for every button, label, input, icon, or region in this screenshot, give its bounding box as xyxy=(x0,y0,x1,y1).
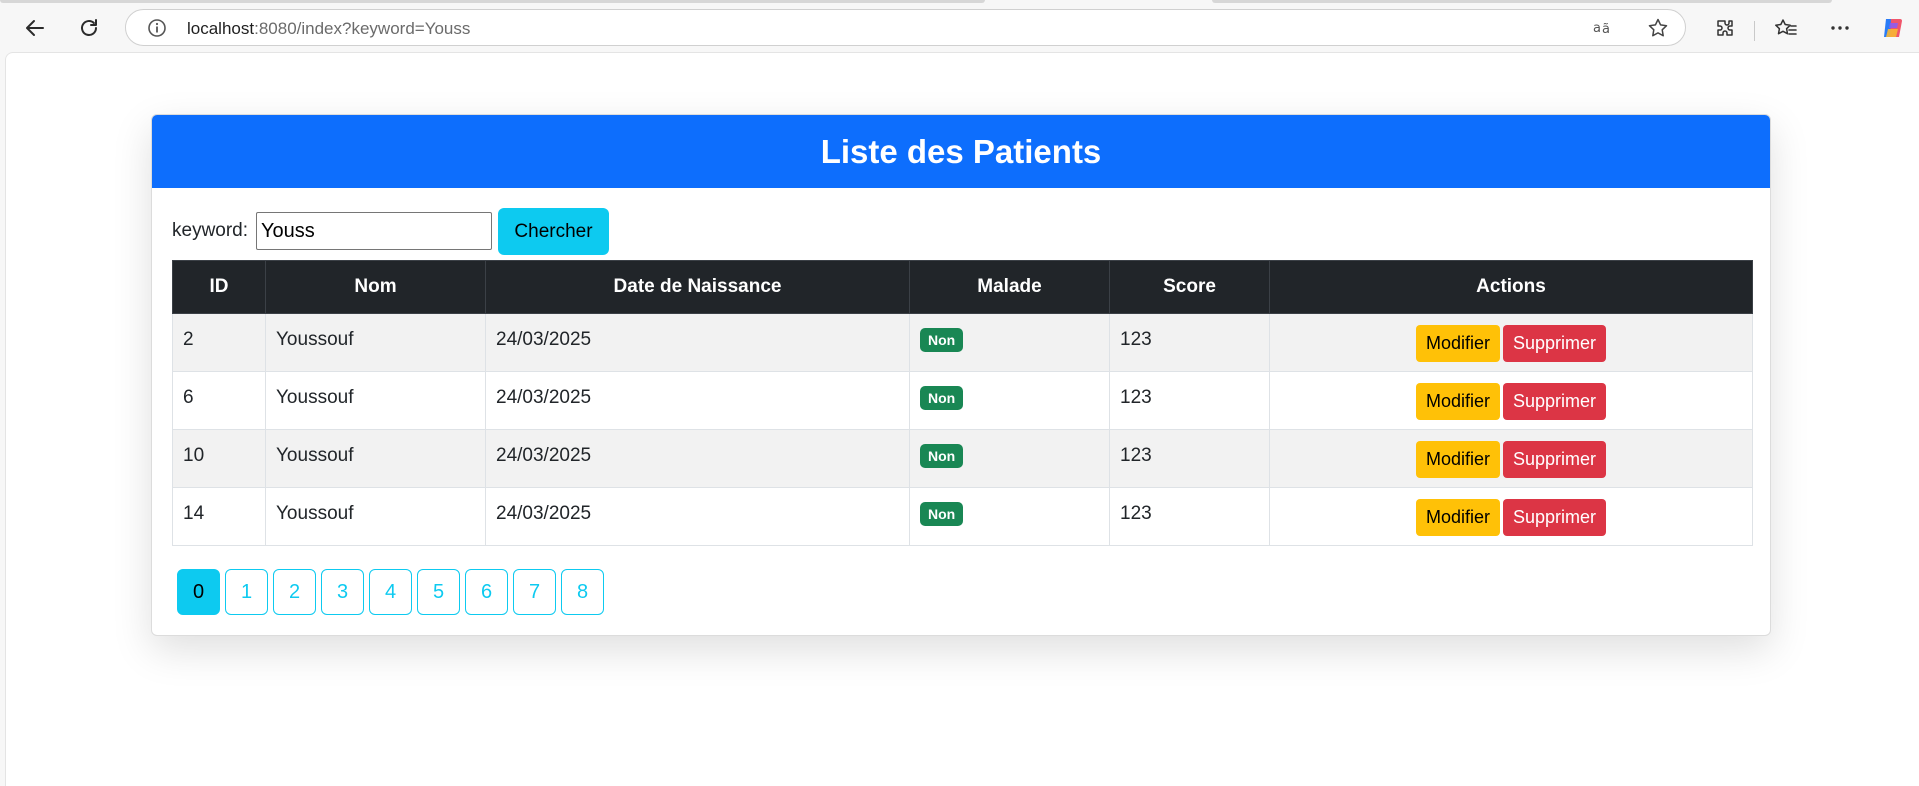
more-options-icon[interactable] xyxy=(1822,10,1858,46)
cell-malade: Non xyxy=(909,487,1110,546)
column-header-date: Date de Naissance xyxy=(485,260,910,314)
cell-score: 123 xyxy=(1109,487,1270,546)
favorite-star-icon[interactable] xyxy=(1646,16,1670,40)
back-icon[interactable] xyxy=(17,10,53,46)
tab-indicator xyxy=(1212,0,1832,3)
column-header-id: ID xyxy=(172,260,266,314)
column-header-nom: Nom xyxy=(265,260,486,314)
cell-actions: Modifier Supprimer xyxy=(1269,487,1753,546)
favorites-icon[interactable] xyxy=(1768,10,1804,46)
search-label: keyword: xyxy=(172,220,249,241)
page-title: Liste des Patients xyxy=(152,115,1770,188)
edit-button[interactable]: Modifier xyxy=(1415,383,1500,420)
search-button[interactable]: Chercher xyxy=(498,208,609,255)
cell-date: 24/03/2025 xyxy=(485,371,910,430)
delete-button[interactable]: Supprimer xyxy=(1503,325,1607,362)
cell-id: 10 xyxy=(172,429,266,488)
cell-nom: Youssouf xyxy=(265,313,486,372)
page-button-1[interactable]: 1 xyxy=(225,569,268,615)
cell-date: 24/03/2025 xyxy=(485,487,910,546)
malade-badge: Non xyxy=(920,328,964,352)
table-row: 14 Youssouf 24/03/2025 Non 123 Modifier S… xyxy=(172,487,1753,546)
refresh-icon[interactable] xyxy=(71,10,107,46)
cell-malade: Non xyxy=(909,313,1110,372)
cell-nom: Youssouf xyxy=(265,371,486,430)
cell-actions: Modifier Supprimer xyxy=(1269,313,1753,372)
cell-actions: Modifier Supprimer xyxy=(1269,371,1753,430)
patients-card: Liste des Patients keyword: Chercher ID … xyxy=(151,114,1771,636)
address-bar[interactable]: localhost:8080/index?keyword=Youss aã xyxy=(125,9,1686,46)
table-header-row: ID Nom Date de Naissance Malade Score Ac… xyxy=(172,260,1753,314)
cell-date: 24/03/2025 xyxy=(485,429,910,488)
column-header-actions: Actions xyxy=(1269,260,1753,314)
patients-table-wrapper: ID Nom Date de Naissance Malade Score Ac… xyxy=(172,260,1753,546)
cell-score: 123 xyxy=(1109,371,1270,430)
cell-score: 123 xyxy=(1109,429,1270,488)
cell-actions: Modifier Supprimer xyxy=(1269,429,1753,488)
cell-malade: Non xyxy=(909,371,1110,430)
page-viewport: Liste des Patients keyword: Chercher ID … xyxy=(5,52,1919,786)
url-path: :8080/index?keyword=Youss xyxy=(254,19,471,38)
column-header-score: Score xyxy=(1109,260,1270,314)
cell-nom: Youssouf xyxy=(265,429,486,488)
tab-indicator xyxy=(0,0,985,3)
svg-text:a: a xyxy=(1593,21,1601,36)
table-row: 2 Youssouf 24/03/2025 Non 123 Modifier Su… xyxy=(172,313,1753,372)
cell-id: 6 xyxy=(172,371,266,430)
malade-badge: Non xyxy=(920,444,964,468)
page-button-3[interactable]: 3 xyxy=(321,569,364,615)
edit-button[interactable]: Modifier xyxy=(1415,441,1500,478)
toolbar-divider xyxy=(1754,21,1755,41)
url-host: localhost xyxy=(187,19,255,38)
cell-id: 14 xyxy=(172,487,266,546)
page-button-8[interactable]: 8 xyxy=(561,569,604,615)
extensions-icon[interactable] xyxy=(1707,10,1743,46)
page-button-0[interactable]: 0 xyxy=(177,569,220,615)
cell-malade: Non xyxy=(909,429,1110,488)
url-text[interactable]: localhost:8080/index?keyword=Youss xyxy=(187,19,470,39)
table-row: 10 Youssouf 24/03/2025 Non 123 Modifier S… xyxy=(172,429,1753,488)
page-button-2[interactable]: 2 xyxy=(273,569,316,615)
malade-badge: Non xyxy=(920,502,964,526)
malade-badge: Non xyxy=(920,386,964,410)
browser-toolbar: localhost:8080/index?keyword=Youss aã xyxy=(0,4,1919,52)
svg-text:ã: ã xyxy=(1602,22,1610,37)
edit-button[interactable]: Modifier xyxy=(1415,499,1500,536)
delete-button[interactable]: Supprimer xyxy=(1503,383,1607,420)
page-button-4[interactable]: 4 xyxy=(369,569,412,615)
cell-nom: Youssouf xyxy=(265,487,486,546)
page-button-6[interactable]: 6 xyxy=(465,569,508,615)
search-form: keyword: Chercher xyxy=(172,208,772,255)
read-aloud-icon[interactable]: aã xyxy=(1592,17,1616,39)
delete-button[interactable]: Supprimer xyxy=(1503,499,1607,536)
page-button-7[interactable]: 7 xyxy=(513,569,556,615)
delete-button[interactable]: Supprimer xyxy=(1503,441,1607,478)
site-info-icon[interactable] xyxy=(146,17,168,39)
search-input[interactable] xyxy=(256,212,492,250)
cell-id: 2 xyxy=(172,313,266,372)
edit-button[interactable]: Modifier xyxy=(1415,325,1500,362)
cell-date: 24/03/2025 xyxy=(485,313,910,372)
copilot-icon[interactable] xyxy=(1875,10,1911,46)
table-row: 6 Youssouf 24/03/2025 Non 123 Modifier Su… xyxy=(172,371,1753,430)
patients-table: ID Nom Date de Naissance Malade Score Ac… xyxy=(172,260,1753,546)
column-header-malade: Malade xyxy=(909,260,1110,314)
page-button-5[interactable]: 5 xyxy=(417,569,460,615)
cell-score: 123 xyxy=(1109,313,1270,372)
